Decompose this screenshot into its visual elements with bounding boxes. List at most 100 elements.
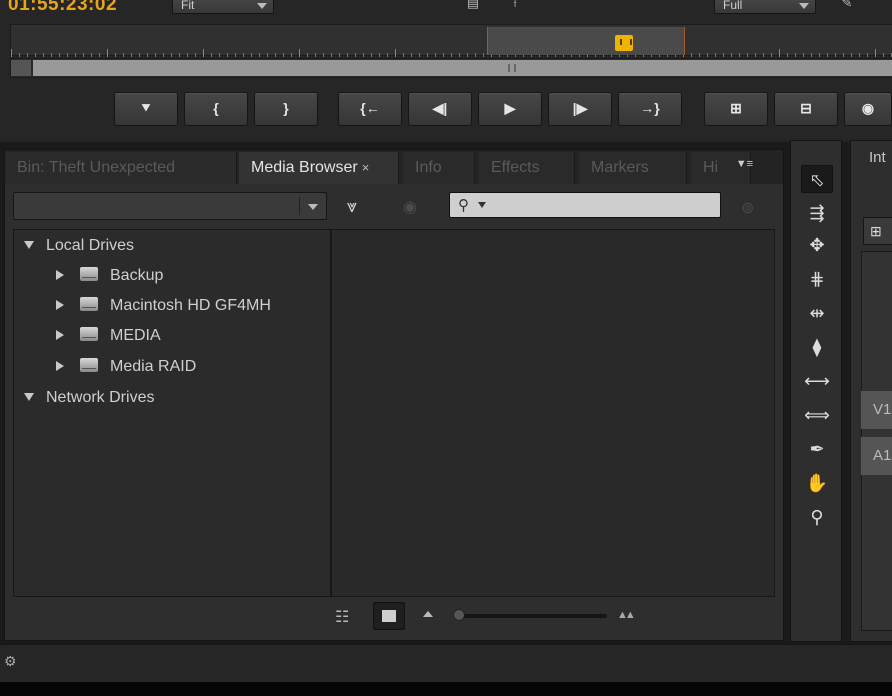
timeline-panel: Int ⊞ V1 A1 <box>850 140 892 642</box>
expand-right-icon[interactable] <box>56 300 64 310</box>
media-content-area[interactable] <box>331 229 775 597</box>
tree-drive-item[interactable]: MEDIA <box>56 325 161 347</box>
dropdown-divider <box>299 197 300 215</box>
audio-track-header[interactable]: A1 <box>861 437 892 475</box>
tab-markers[interactable]: Markers <box>579 152 687 184</box>
overwrite-icon: ⊟ <box>800 100 812 116</box>
hard-drive-icon <box>80 267 98 281</box>
filter-icon[interactable]: ⩔ <box>347 196 357 217</box>
search-icon[interactable]: ⚲ <box>458 196 469 214</box>
rolling-edit-tool-icon[interactable]: ⋕ <box>801 265 833 293</box>
mark-in-icon: { <box>213 100 219 116</box>
tree-drive-item[interactable]: Backup <box>56 265 163 287</box>
view-as-icon[interactable]: ◉ <box>403 197 417 217</box>
expand-right-icon[interactable] <box>56 361 64 371</box>
zoom-scrollbar-grip[interactable] <box>508 64 516 72</box>
hand-tool-icon[interactable]: ✋ <box>801 469 833 497</box>
tab-bin-label: Bin: Theft Unexpected <box>17 159 176 176</box>
close-icon[interactable]: × <box>362 160 370 175</box>
tab-effects[interactable]: Effects <box>479 152 575 184</box>
mark-out-button[interactable]: } <box>254 92 318 126</box>
fit-dropdown-label: Fit <box>181 0 195 12</box>
zoom-scrollbar-cap[interactable] <box>11 60 31 76</box>
playhead-timecode[interactable]: 01:55:23:02 <box>8 0 117 16</box>
tab-effects-label: Effects <box>491 159 540 176</box>
go-to-out-button[interactable]: →} <box>618 92 682 126</box>
timeline-tab-label[interactable]: Int <box>869 149 886 166</box>
film-icon[interactable]: ▤ <box>462 0 484 12</box>
slip-tool-icon[interactable]: ⟷ <box>801 367 833 395</box>
go-to-in-icon: {← <box>360 100 380 116</box>
ripple-edit-tool-icon[interactable]: ✥ <box>801 231 833 259</box>
slide-tool-icon[interactable]: ⟺ <box>801 401 833 429</box>
mark-in-button[interactable]: { <box>184 92 248 126</box>
panel-tab-bar: Bin: Theft Unexpected Media Browser × Inf… <box>5 150 783 184</box>
fit-dropdown[interactable]: Fit <box>172 0 274 14</box>
razor-tool-icon[interactable]: ⧫ <box>801 333 833 361</box>
tree-drive-item[interactable]: Macintosh HD GF4MH <box>56 295 271 317</box>
tab-media-browser-label: Media Browser <box>251 159 358 176</box>
settings-wrench-icon[interactable]: ⟊ <box>504 0 526 12</box>
marker-icon: ⯆ <box>140 100 152 116</box>
go-to-out-icon: →} <box>640 100 660 116</box>
tab-bin[interactable]: Bin: Theft Unexpected <box>5 152 237 184</box>
zoom-out-icon[interactable] <box>423 611 433 617</box>
insert-button[interactable]: ⊞ <box>704 92 768 126</box>
pen-tool-icon[interactable]: ✒ <box>801 435 833 463</box>
hard-drive-icon <box>80 358 98 372</box>
go-to-in-button[interactable]: {← <box>338 92 402 126</box>
drive-tree: Local Drives Backup Macintosh HD GF4MH M… <box>13 229 331 597</box>
search-input[interactable] <box>490 195 710 215</box>
chevron-down-icon <box>799 3 809 9</box>
thumbnail-zoom-slider[interactable] <box>453 609 607 621</box>
play-button[interactable]: ▶ <box>478 92 542 126</box>
tree-drive-item[interactable]: Media RAID <box>56 356 196 378</box>
ruler-major-ticks <box>11 49 892 57</box>
export-frame-button[interactable]: ◉ <box>844 92 892 126</box>
playback-resolution-label: Full <box>723 0 743 12</box>
playhead-handle[interactable] <box>615 35 633 51</box>
zoom-scrollbar[interactable] <box>10 58 892 78</box>
slider-knob[interactable] <box>453 609 465 621</box>
expand-down-icon[interactable] <box>24 241 34 249</box>
browser-footer-tools: ☷ ▲▲ <box>5 601 783 637</box>
overwrite-button[interactable]: ⊟ <box>774 92 838 126</box>
insert-icon: ⊞ <box>730 100 742 116</box>
list-view-icon[interactable]: ☷ <box>335 607 349 627</box>
rate-stretch-tool-icon[interactable]: ⇹ <box>801 299 833 327</box>
search-box[interactable]: ⚲ <box>449 192 721 218</box>
video-track-header[interactable]: V1 <box>861 391 892 429</box>
expand-right-icon[interactable] <box>56 270 64 280</box>
time-ruler[interactable] <box>10 24 892 57</box>
step-forward-button[interactable]: |▶ <box>548 92 612 126</box>
gear-icon[interactable]: ⚙ <box>4 653 17 670</box>
wrench-icon[interactable]: ✎ <box>836 0 858 12</box>
timeline-snap-icon[interactable]: ⊞ <box>863 217 892 245</box>
zoom-tool-icon[interactable]: ⚲ <box>801 503 833 531</box>
playback-resolution-dropdown[interactable]: Full <box>714 0 816 14</box>
zoom-in-icon[interactable]: ▲▲ <box>617 609 636 621</box>
camera-icon: ◉ <box>861 100 875 116</box>
track-select-tool-icon[interactable]: ⇶ <box>801 199 833 227</box>
expand-down-icon[interactable] <box>24 393 34 401</box>
tree-network-drives-label: Network Drives <box>46 389 155 406</box>
selection-tool-icon[interactable]: ⬁ <box>801 165 833 193</box>
tab-info[interactable]: Info <box>403 152 475 184</box>
ingest-settings-icon[interactable]: ⊚ <box>741 198 754 218</box>
directory-dropdown[interactable] <box>13 192 327 220</box>
add-marker-button[interactable]: ⯆ <box>114 92 178 126</box>
media-browser-panel: Bin: Theft Unexpected Media Browser × Inf… <box>4 149 784 641</box>
panel-menu-icon[interactable]: ▼≡ <box>736 158 753 170</box>
tree-network-drives[interactable]: Network Drives <box>24 387 154 409</box>
in-out-range[interactable] <box>487 27 685 55</box>
search-options-chevron-icon[interactable] <box>478 202 486 208</box>
tree-local-drives[interactable]: Local Drives <box>24 235 134 257</box>
icon-view-button[interactable] <box>373 602 405 630</box>
zoom-scrollbar-thumb[interactable] <box>33 60 892 76</box>
tab-media-browser[interactable]: Media Browser × <box>239 152 399 184</box>
step-back-button[interactable]: ◀| <box>408 92 472 126</box>
expand-right-icon[interactable] <box>56 330 64 340</box>
tree-local-drives-label: Local Drives <box>46 237 135 254</box>
workspace-footer: ⚙ <box>0 644 892 682</box>
tab-markers-label: Markers <box>591 159 649 176</box>
